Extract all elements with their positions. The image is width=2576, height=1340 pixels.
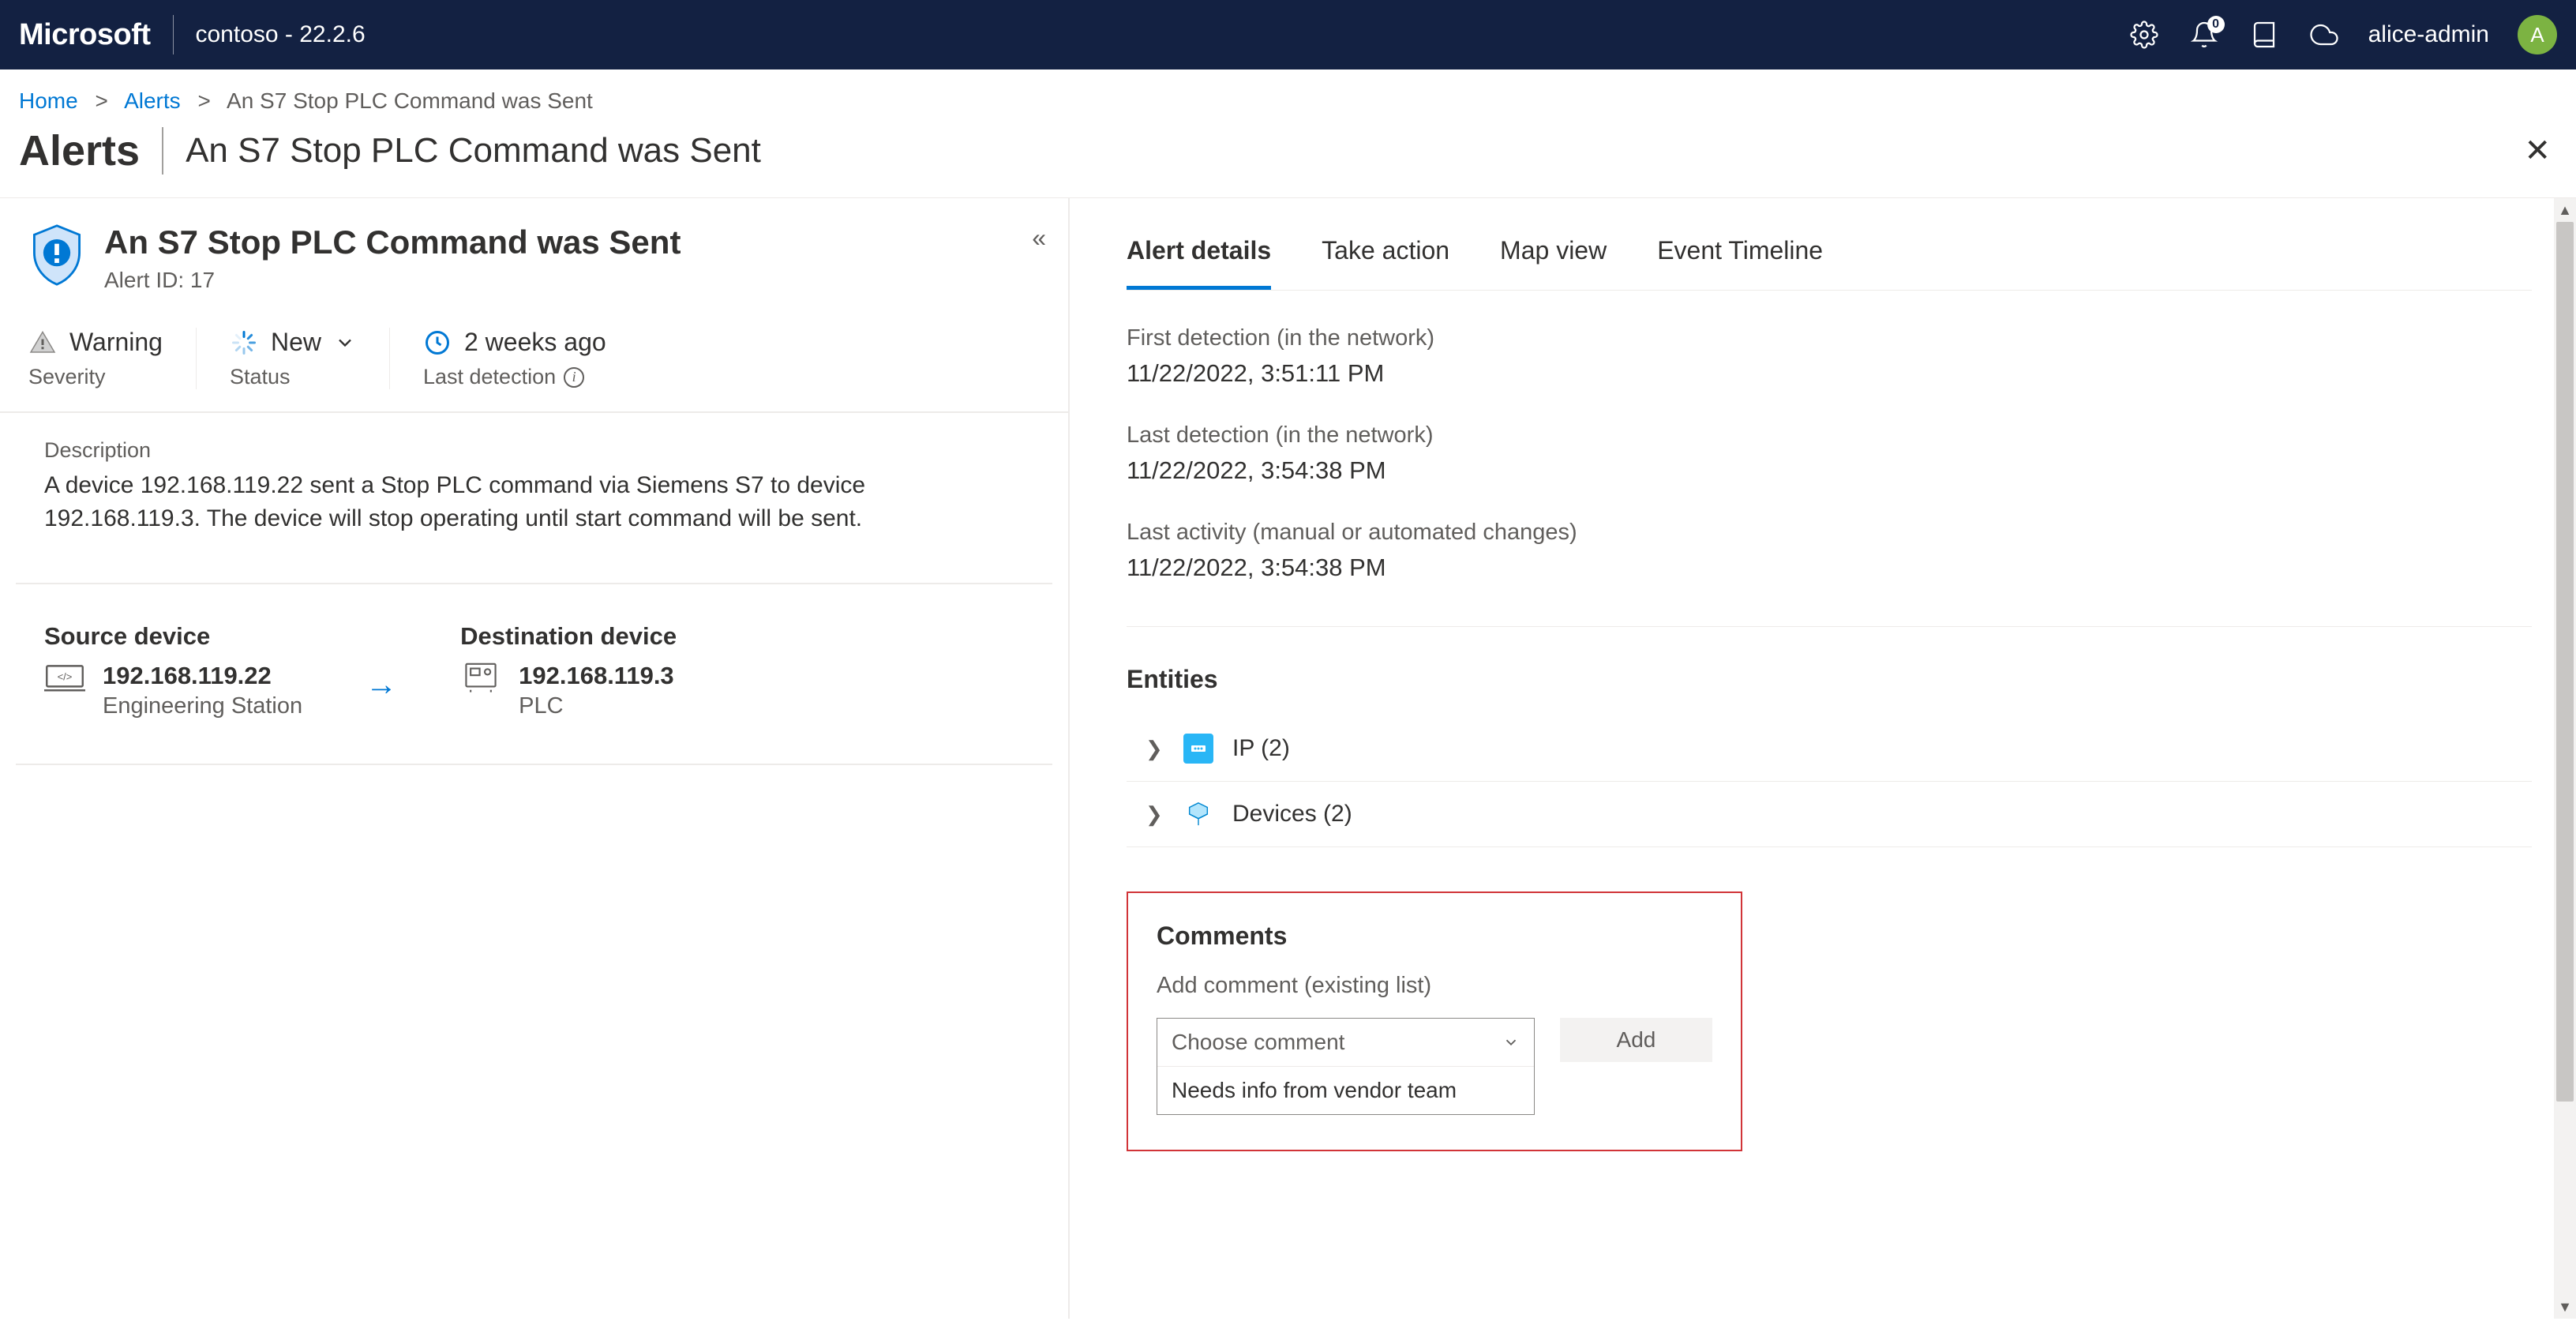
description-text: A device 192.168.119.22 sent a Stop PLC …: [44, 469, 1024, 535]
last-detection-value: 11/22/2022, 3:54:38 PM: [1127, 456, 2532, 485]
breadcrumb-sep: >: [95, 88, 107, 113]
entity-devices-row[interactable]: ❯ Devices (2): [1127, 782, 2532, 847]
breadcrumb-current: An S7 Stop PLC Command was Sent: [227, 88, 593, 113]
entity-devices-label: Devices (2): [1232, 801, 1352, 828]
last-detection-label: Last detection: [423, 365, 556, 389]
tab-event-timeline[interactable]: Event Timeline: [1657, 236, 1823, 290]
clock-icon: [423, 328, 452, 357]
notification-badge: 0: [2207, 16, 2225, 33]
ip-icon: [1183, 734, 1213, 764]
info-icon[interactable]: i: [564, 367, 584, 388]
page-section: Alerts: [19, 126, 140, 175]
entity-ip-row[interactable]: ❯ IP (2): [1127, 716, 2532, 782]
chevron-down-icon: [1502, 1034, 1520, 1051]
tenant-label: contoso - 22.2.6: [196, 21, 366, 48]
severity-label: Severity: [28, 365, 163, 389]
scroll-thumb[interactable]: [2556, 222, 2574, 1102]
close-icon[interactable]: ✕: [2524, 133, 2551, 169]
arrow-right-icon: →: [366, 667, 397, 703]
scroll-up-icon[interactable]: ▲: [2554, 198, 2576, 222]
description-label: Description: [44, 438, 1024, 463]
entities-heading: Entities: [1127, 665, 2532, 694]
user-name[interactable]: alice-admin: [2368, 21, 2489, 48]
destination-device-ip[interactable]: 192.168.119.3: [519, 662, 674, 690]
source-device-heading: Source device: [44, 622, 302, 651]
entity-ip-label: IP (2): [1232, 735, 1290, 762]
alert-name: An S7 Stop PLC Command was Sent: [104, 223, 681, 261]
cloud-icon[interactable]: [2308, 19, 2340, 51]
severity-value: Warning: [69, 328, 163, 357]
chevron-down-icon[interactable]: [334, 332, 356, 354]
last-activity-label: Last activity (manual or automated chang…: [1127, 520, 2532, 546]
devices-icon: [1183, 799, 1213, 829]
brand-logo: Microsoft: [19, 18, 151, 52]
source-device-type: Engineering Station: [103, 693, 302, 719]
alert-id: Alert ID: 17: [104, 268, 681, 293]
add-button[interactable]: Add: [1560, 1018, 1712, 1062]
breadcrumb: Home > Alerts > An S7 Stop PLC Command w…: [0, 69, 2576, 122]
divider: [162, 127, 163, 175]
shield-icon: [28, 223, 85, 287]
last-detection-label: Last detection (in the network): [1127, 422, 2532, 449]
collapse-icon[interactable]: «: [1032, 223, 1046, 253]
warning-icon: [28, 328, 57, 357]
chevron-right-icon: ❯: [1146, 802, 1164, 827]
top-nav: Microsoft contoso - 22.2.6 0 alice-admin…: [0, 0, 2576, 69]
avatar[interactable]: A: [2518, 15, 2557, 54]
svg-text:</>: </>: [58, 670, 73, 682]
status-icon: [230, 328, 258, 357]
breadcrumb-home[interactable]: Home: [19, 88, 78, 113]
tabs: Alert details Take action Map view Event…: [1127, 198, 2532, 291]
chevron-right-icon: ❯: [1146, 737, 1164, 761]
page-title-row: Alerts An S7 Stop PLC Command was Sent ✕: [0, 122, 2576, 198]
tab-alert-details[interactable]: Alert details: [1127, 236, 1271, 290]
breadcrumb-sep: >: [197, 88, 210, 113]
settings-icon[interactable]: [2128, 19, 2160, 51]
destination-device-heading: Destination device: [460, 622, 677, 651]
scroll-down-icon[interactable]: ▼: [2554, 1295, 2576, 1319]
breadcrumb-alerts[interactable]: Alerts: [124, 88, 181, 113]
status-label: Status: [230, 365, 356, 389]
scrollbar[interactable]: ▲ ▼: [2554, 198, 2576, 1319]
last-detection-value: 2 weeks ago: [464, 328, 606, 357]
comment-select-placeholder: Choose comment: [1172, 1030, 1344, 1055]
docs-icon[interactable]: [2248, 19, 2280, 51]
first-detection-value: 11/22/2022, 3:51:11 PM: [1127, 359, 2532, 388]
comments-heading: Comments: [1157, 921, 1712, 951]
tab-take-action[interactable]: Take action: [1322, 236, 1449, 290]
tab-map-view[interactable]: Map view: [1500, 236, 1607, 290]
add-comment-label: Add comment (existing list): [1157, 973, 1712, 999]
comment-option[interactable]: Needs info from vendor team: [1157, 1066, 1534, 1114]
engineering-station-icon: </>: [44, 662, 85, 693]
divider: [173, 15, 174, 54]
source-device-ip[interactable]: 192.168.119.22: [103, 662, 302, 690]
last-activity-value: 11/22/2022, 3:54:38 PM: [1127, 554, 2532, 582]
first-detection-label: First detection (in the network): [1127, 325, 2532, 351]
plc-icon: [460, 662, 501, 693]
page-title: An S7 Stop PLC Command was Sent: [186, 131, 761, 171]
destination-device-type: PLC: [519, 693, 674, 719]
notifications-icon[interactable]: 0: [2188, 19, 2220, 51]
status-value: New: [271, 328, 321, 357]
comments-section: Comments Add comment (existing list) Cho…: [1127, 891, 1742, 1151]
comment-select[interactable]: Choose comment Needs info from vendor te…: [1157, 1018, 1535, 1115]
